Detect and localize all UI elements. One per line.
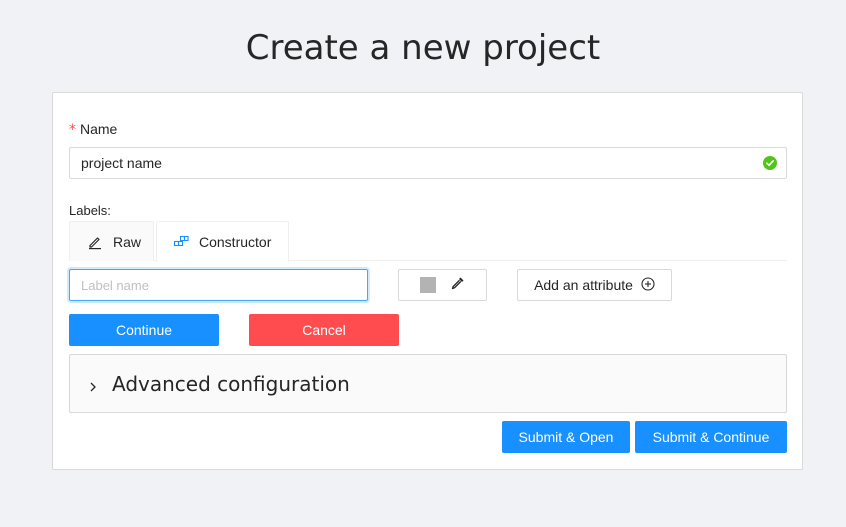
label-name-field[interactable] (69, 269, 368, 301)
tab-constructor-label: Constructor (199, 234, 272, 250)
name-label-text: Name (80, 121, 118, 137)
tab-constructor[interactable]: Constructor (156, 221, 289, 262)
check-circle-icon (763, 156, 777, 170)
name-field[interactable] (69, 147, 787, 179)
build-icon (173, 234, 189, 250)
add-attribute-button[interactable]: Add an attribute (517, 269, 672, 301)
continue-button[interactable]: Continue (69, 314, 219, 346)
name-input[interactable] (70, 148, 750, 178)
name-field-label: * Name (69, 121, 117, 138)
label-name-input[interactable] (70, 270, 367, 300)
tab-raw[interactable]: Raw (69, 221, 154, 261)
chevron-right-icon (88, 379, 98, 391)
required-mark: * (69, 122, 76, 138)
create-project-form: *Name Labels: Raw Constructor A (52, 92, 803, 470)
edit-icon (87, 234, 103, 250)
color-picker-icon (450, 275, 466, 296)
submit-continue-button[interactable]: Submit & Continue (635, 421, 787, 453)
submit-open-button[interactable]: Submit & Open (502, 421, 630, 453)
plus-circle-icon (641, 276, 655, 294)
advanced-configuration-label: Advanced configuration (112, 371, 350, 396)
labels-tabs: Raw Constructor (69, 221, 787, 262)
labels-label: Labels: (69, 203, 111, 218)
color-swatch (419, 277, 436, 293)
cancel-button[interactable]: Cancel (249, 314, 399, 346)
label-color-button[interactable] (398, 269, 487, 301)
add-attribute-label: Add an attribute (534, 277, 633, 293)
tab-raw-label: Raw (113, 233, 142, 250)
advanced-configuration-collapse[interactable]: Advanced configuration (69, 354, 787, 413)
page-title: Create a new project (245, 28, 601, 68)
